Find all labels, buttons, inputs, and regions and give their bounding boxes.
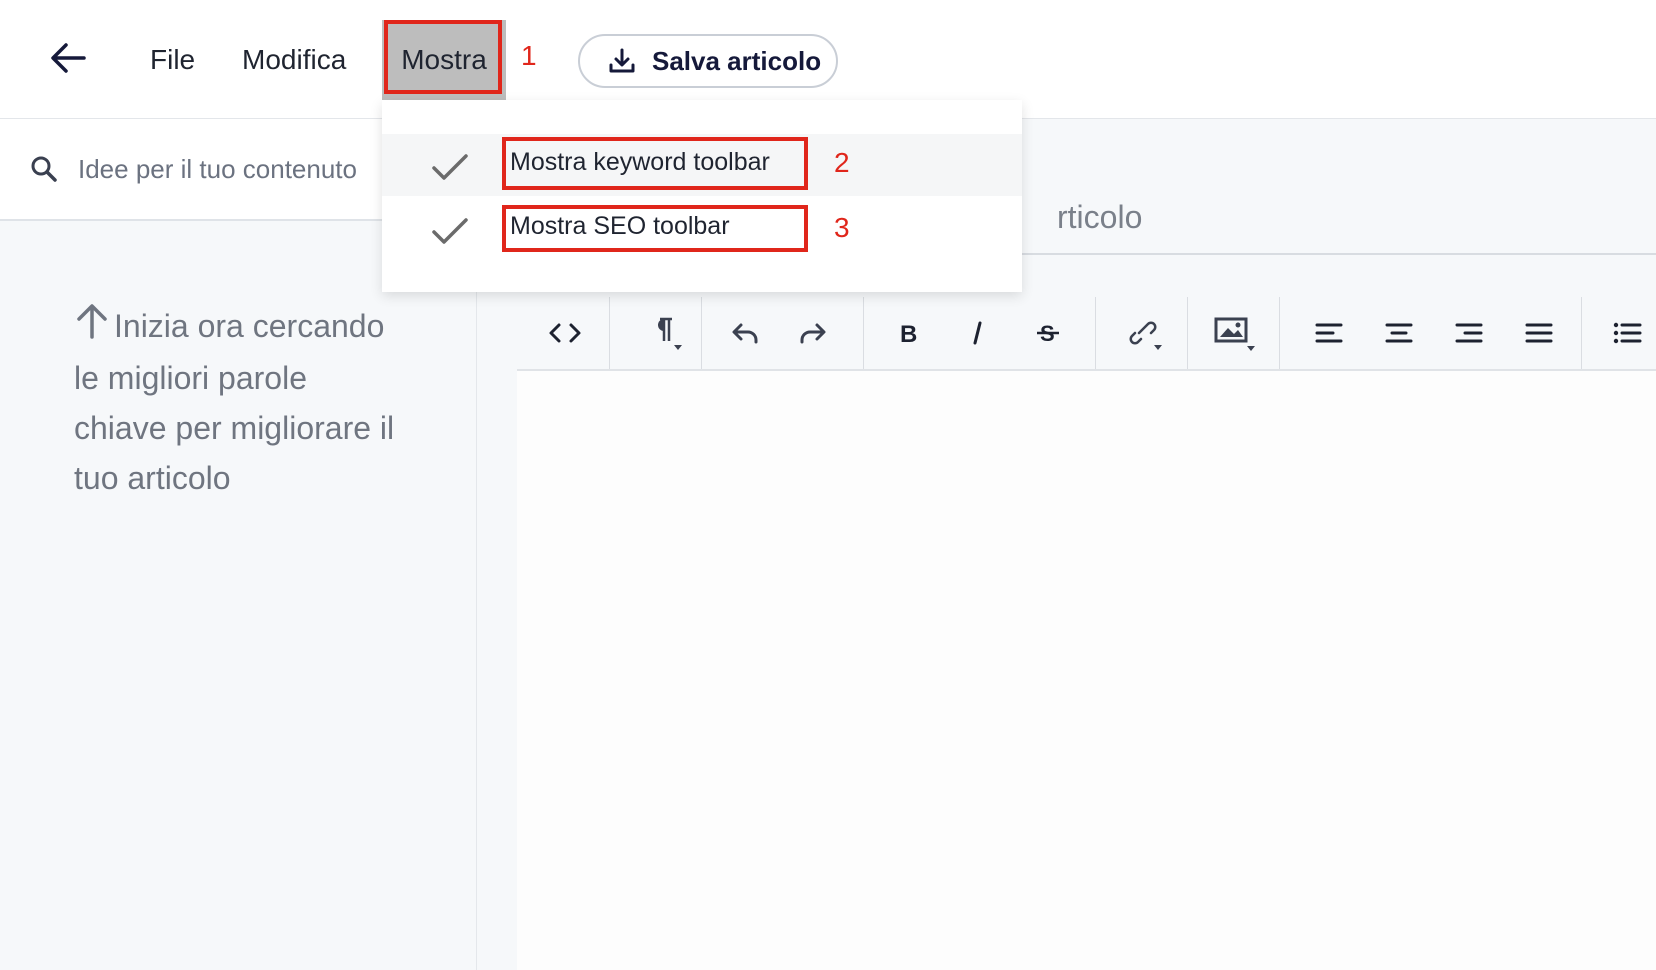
step-number-2: 2 (834, 147, 850, 178)
toolbar-separator (609, 297, 610, 369)
toolbar-separator (1279, 297, 1280, 369)
code-view-button[interactable] (537, 307, 593, 359)
sidebar-hint-text: Inizia ora cercando le migliori parole c… (74, 308, 395, 496)
step-number-1: 1 (521, 40, 537, 71)
arrow-up-icon (74, 303, 110, 353)
align-left-button[interactable] (1301, 307, 1357, 359)
menu-option-label: Mostra SEO toolbar (510, 212, 730, 240)
align-center-icon (1385, 323, 1413, 343)
link-icon (1129, 321, 1162, 350)
bullet-list-icon (1613, 322, 1642, 344)
align-justify-icon (1525, 323, 1553, 343)
align-right-button[interactable] (1441, 307, 1497, 359)
align-right-icon (1455, 323, 1483, 343)
redo-button[interactable] (785, 307, 841, 359)
menu-file[interactable]: File (150, 38, 195, 82)
redo-icon (800, 323, 826, 344)
menu-mostra[interactable]: Mostra (382, 20, 506, 100)
toolbar-separator (1581, 297, 1582, 369)
insert-link-button[interactable] (1115, 307, 1171, 359)
search-input[interactable] (78, 149, 378, 189)
italic-icon (973, 321, 982, 345)
search-icon (30, 155, 58, 188)
editor-content-area[interactable] (517, 371, 1656, 970)
save-article-button[interactable]: Salva articolo (578, 34, 838, 88)
bold-button[interactable]: B (880, 307, 936, 359)
strikethrough-button[interactable]: S (1020, 307, 1076, 359)
article-title-placeholder: rticolo (1057, 199, 1143, 235)
step-number-3: 3 (834, 212, 850, 243)
image-icon (1214, 317, 1255, 351)
menu-option-seo-toolbar[interactable]: Mostra SEO toolbar (382, 198, 1022, 260)
paragraph-icon (658, 317, 682, 350)
sidebar-hint: Inizia ora cercando le migliori parole c… (74, 301, 404, 503)
toolbar-separator (1095, 297, 1096, 369)
strikethrough-icon: S (1037, 321, 1059, 346)
checkmark-icon (430, 150, 470, 189)
toolbar-separator (701, 297, 702, 369)
toolbar-separator (1187, 297, 1188, 369)
editor-toolbar: B S (517, 297, 1656, 371)
menu-option-label: Mostra keyword toolbar (510, 148, 770, 176)
save-article-label: Salva articolo (652, 45, 822, 76)
bold-icon: B (900, 321, 917, 346)
insert-image-button[interactable] (1207, 307, 1263, 359)
bullet-list-button[interactable] (1599, 307, 1655, 359)
code-view-icon (549, 323, 581, 343)
align-center-button[interactable] (1371, 307, 1427, 359)
align-left-icon (1315, 323, 1343, 343)
menu-mostra-label: Mostra (401, 44, 487, 75)
checkmark-icon (430, 214, 470, 253)
download-icon (608, 47, 636, 75)
italic-button[interactable] (950, 307, 1006, 359)
menu-modifica[interactable]: Modifica (242, 38, 346, 82)
svg-text:B: B (900, 321, 917, 346)
menu-option-keyword-toolbar[interactable]: Mostra keyword toolbar (382, 134, 1022, 196)
undo-button[interactable] (717, 307, 773, 359)
mostra-dropdown-menu: Mostra keyword toolbar Mostra SEO toolba… (382, 100, 1022, 292)
undo-icon (732, 323, 758, 344)
toolbar-separator (863, 297, 864, 369)
arrow-left-icon (51, 43, 86, 73)
align-justify-button[interactable] (1511, 307, 1567, 359)
back-button[interactable] (44, 34, 92, 82)
paragraph-format-button[interactable] (637, 307, 693, 359)
